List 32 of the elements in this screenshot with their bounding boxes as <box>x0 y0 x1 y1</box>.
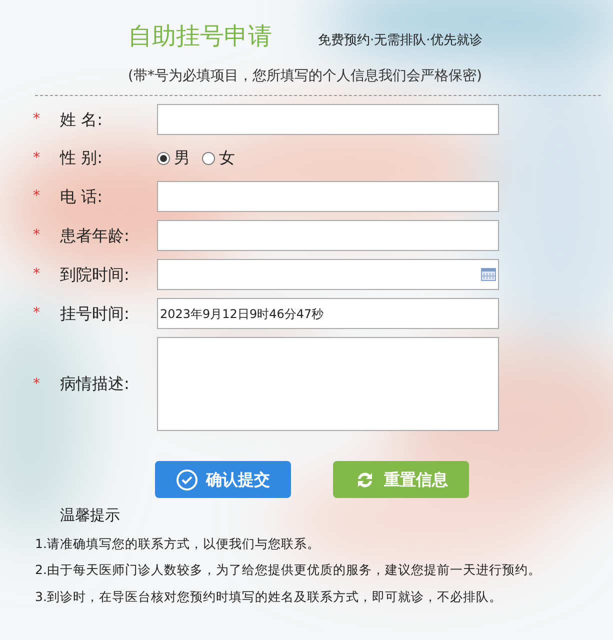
tip-text: 3.到诊时，在导医台核对您预约时填写的姓名及联系方式，即可就诊，不必排队。 <box>35 588 503 606</box>
field-label: 到院时间: <box>59 264 130 286</box>
input-field[interactable]: 2023年9月12日9时46分47秒 <box>157 298 499 329</box>
required-asterisk: * <box>32 187 40 206</box>
tip-text: 1.请准确填写您的联系方式，以便我们与您联系。 <box>35 534 321 552</box>
input-field[interactable] <box>157 220 499 251</box>
field-label: 挂号时间: <box>59 302 130 324</box>
field-label: 病情描述: <box>59 373 130 395</box>
form-title: 自助挂号申请 <box>128 21 272 52</box>
field-label: 患者年龄: <box>59 224 130 246</box>
date-field[interactable] <box>157 259 499 290</box>
required-asterisk: * <box>32 304 40 323</box>
calendar-icon[interactable] <box>481 268 496 281</box>
input-field[interactable] <box>157 181 499 212</box>
required-asterisk: * <box>32 226 40 245</box>
field-label: 性 别: <box>58 147 104 169</box>
required-asterisk: * <box>32 110 40 129</box>
submit-button[interactable]: 确认提交 <box>155 461 291 498</box>
slogan: 免费预约·无需排队·优先就诊 <box>318 32 482 50</box>
privacy-note: (带*号为必填项目，您所填写的个人信息我们会严格保密) <box>128 67 483 86</box>
gender-radio[interactable]: 男 <box>157 146 190 170</box>
field-label: 姓 名: <box>59 108 104 130</box>
tip-text: 2.由于每天医师门诊人数较多，为了给您提供更优质的服务，建议您提前一天进行预约。 <box>35 561 542 580</box>
required-asterisk: * <box>32 148 40 168</box>
field-label: 电 话: <box>59 186 104 208</box>
textarea-field[interactable] <box>157 337 499 431</box>
check-icon <box>176 468 198 490</box>
input-field[interactable] <box>157 104 499 135</box>
required-asterisk: * <box>32 374 40 394</box>
gender-radio[interactable]: 女 <box>202 146 235 170</box>
tips-title: 温馨提示 <box>60 505 121 526</box>
required-asterisk: * <box>32 265 40 284</box>
